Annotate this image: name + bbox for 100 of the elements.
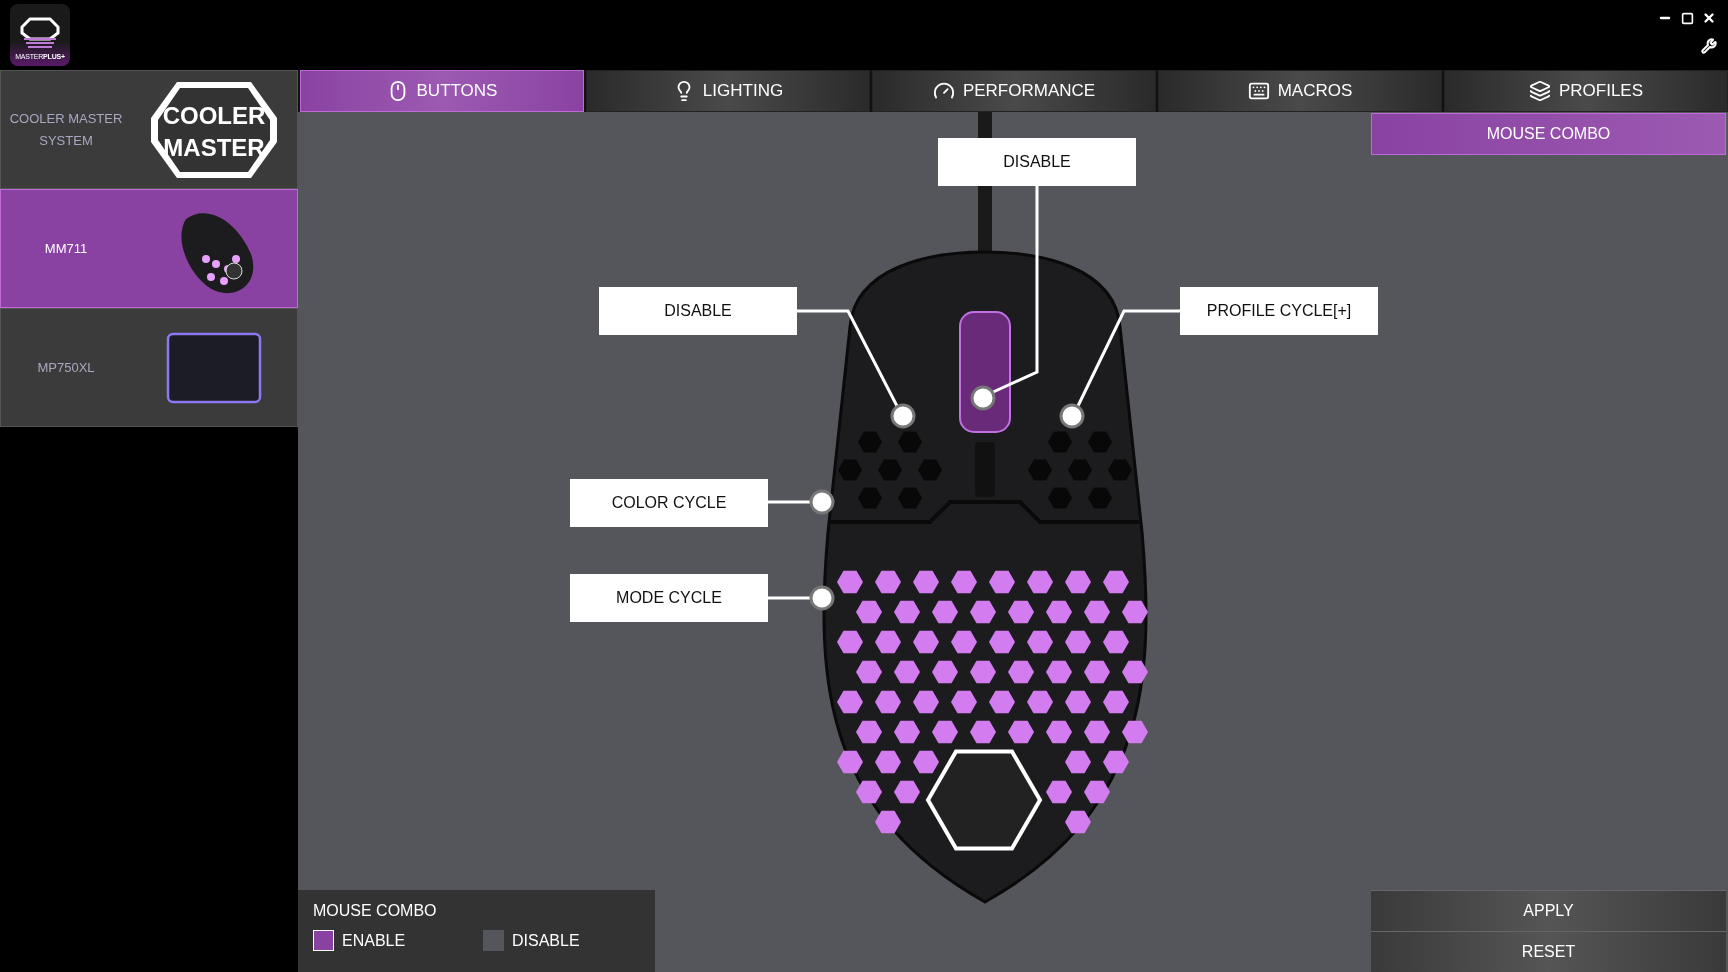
glowing-vent-hole <box>837 630 863 654</box>
glowing-vent-hole <box>1122 600 1148 624</box>
glowing-vent-hole <box>856 600 882 624</box>
app-logo-icon <box>20 17 60 49</box>
glowing-vent-hole <box>1122 720 1148 744</box>
device-item[interactable]: COOLER MASTER SYSTEM COOLER MASTER <box>0 70 298 189</box>
glowing-vent-hole <box>875 690 901 714</box>
glowing-vent-hole <box>1065 570 1091 594</box>
glowing-vent-hole <box>894 660 920 684</box>
option[interactable]: DISABLE <box>483 930 593 951</box>
leader-line <box>768 500 810 504</box>
device-name: MP750XL <box>36 358 96 377</box>
glowing-vent-hole <box>894 780 920 804</box>
glowing-vent-hole <box>856 720 882 744</box>
glowing-vent-hole <box>1008 600 1034 624</box>
wrench-icon <box>1701 38 1717 54</box>
glowing-vent-hole <box>837 750 863 774</box>
tab[interactable]: PERFORMANCE <box>872 70 1156 112</box>
button-assignment[interactable]: COLOR CYCLE <box>570 479 768 527</box>
glowing-vent-hole <box>856 780 882 804</box>
glowing-vent-hole <box>856 660 882 684</box>
action-button[interactable]: RESET <box>1371 931 1726 972</box>
tab[interactable]: PROFILES <box>1444 70 1728 112</box>
glowing-vent-hole <box>894 720 920 744</box>
button-assignment[interactable]: DISABLE <box>938 138 1136 186</box>
glowing-vent-hole <box>1084 720 1110 744</box>
layers-icon <box>1528 80 1551 102</box>
glowing-vent-hole <box>1103 630 1129 654</box>
glowing-vent-hole <box>1046 600 1072 624</box>
glowing-vent-hole <box>837 690 863 714</box>
glowing-vent-hole <box>932 660 958 684</box>
glowing-vent-hole <box>951 690 977 714</box>
keyboard-icon <box>1247 80 1270 102</box>
option-checkbox[interactable] <box>483 930 504 951</box>
button-marker[interactable] <box>809 585 835 611</box>
device-item[interactable]: MP750XL <box>0 308 298 427</box>
glowing-vent-hole <box>970 600 996 624</box>
glowing-vent-hole <box>875 750 901 774</box>
button-assignment[interactable]: DISABLE <box>599 287 797 335</box>
glowing-vent-hole <box>1046 780 1072 804</box>
glowing-vent-hole <box>1103 570 1129 594</box>
glowing-vent-hole <box>1046 720 1072 744</box>
glowing-vent-hole <box>875 570 901 594</box>
glowing-vent-hole <box>951 570 977 594</box>
glowing-vent-hole <box>894 600 920 624</box>
glowing-vent-hole <box>989 690 1015 714</box>
glowing-vent-hole <box>875 810 901 834</box>
glowing-vent-hole <box>989 630 1015 654</box>
glowing-vent-hole <box>1065 750 1091 774</box>
close-button[interactable] <box>1702 11 1716 25</box>
glowing-vent-hole <box>1084 660 1110 684</box>
glowing-vent-hole <box>913 750 939 774</box>
glowing-vent-hole <box>1065 690 1091 714</box>
glowing-vent-hole <box>1046 660 1072 684</box>
glowing-vent-hole <box>1084 780 1110 804</box>
glowing-vent-hole <box>1065 810 1091 834</box>
button-marker[interactable] <box>970 385 996 411</box>
option-label: DISABLE <box>512 931 580 950</box>
glowing-vent-hole <box>913 570 939 594</box>
tab[interactable]: LIGHTING <box>586 70 870 112</box>
glowing-vent-hole <box>1008 660 1034 684</box>
leader-line <box>768 596 810 600</box>
tab[interactable]: MACROS <box>1158 70 1442 112</box>
glowing-vent-hole <box>1103 690 1129 714</box>
glowing-vent-hole <box>932 600 958 624</box>
device-item[interactable]: MM711 <box>0 189 298 308</box>
button-marker[interactable] <box>809 489 835 515</box>
button-assignment[interactable]: MODE CYCLE <box>570 574 768 622</box>
panel-title: MOUSE COMBO <box>313 902 438 920</box>
settings-button[interactable] <box>1701 38 1717 54</box>
glowing-vent-hole <box>970 720 996 744</box>
glowing-vent-hole <box>989 570 1015 594</box>
glowing-vent-hole <box>1027 690 1053 714</box>
glowing-vent-hole <box>913 630 939 654</box>
option-label: ENABLE <box>342 931 406 950</box>
glowing-vent-hole <box>875 630 901 654</box>
button-assignment[interactable]: PROFILE CYCLE[+] <box>1180 287 1378 335</box>
mouse-combo-button[interactable]: MOUSE COMBO <box>1371 113 1726 155</box>
glowing-vent-hole <box>1027 570 1053 594</box>
glowing-vent-hole <box>1027 630 1053 654</box>
option[interactable]: ENABLE <box>313 930 423 951</box>
glowing-vent-hole <box>932 720 958 744</box>
glowing-vent-hole <box>951 630 977 654</box>
glowing-vent-hole <box>1065 630 1091 654</box>
glowing-vent-hole <box>970 660 996 684</box>
glowing-vent-hole <box>837 570 863 594</box>
action-button[interactable]: APPLY <box>1371 890 1726 931</box>
button-marker[interactable] <box>890 403 916 429</box>
device-name: MM711 <box>43 239 89 258</box>
glowing-vent-hole <box>1122 660 1148 684</box>
tab[interactable]: BUTTONS <box>300 70 584 112</box>
maximize-icon <box>1680 11 1694 25</box>
button-marker[interactable] <box>1059 403 1085 429</box>
close-icon <box>1702 11 1716 25</box>
glowing-vent-hole <box>1008 720 1034 744</box>
maximize-button[interactable] <box>1680 11 1694 25</box>
device-name: COOLER MASTER SYSTEM <box>8 109 124 150</box>
glowing-vent-hole <box>1103 750 1129 774</box>
glowing-vent-hole <box>1084 600 1110 624</box>
glowing-vent-hole <box>913 690 939 714</box>
